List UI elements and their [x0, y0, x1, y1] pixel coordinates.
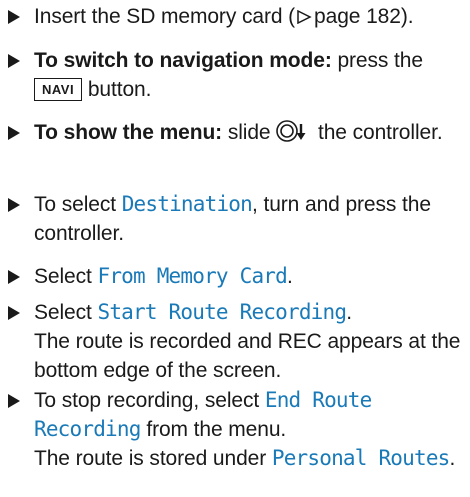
step-select-destination: To select Destination, turn and press th… [8, 190, 463, 248]
bullet-triangle-icon [8, 126, 20, 140]
instruction-page: Insert the SD memory card ( page 182). To… [0, 0, 470, 497]
step-text: To select Destination, turn and press th… [34, 190, 463, 248]
step-insert-sd-card: Insert the SD memory card ( page 182). [8, 2, 463, 31]
step-stop-recording: To stop recording, select End Route Reco… [8, 386, 463, 473]
menu-item-personal-routes[interactable]: Personal Routes [272, 446, 450, 470]
bullet-triangle-icon [8, 54, 20, 68]
step-start-route-recording: Select Start Route Recording. The route i… [8, 298, 463, 385]
step-select-from-memory-card: Select From Memory Card. [8, 262, 463, 291]
page-reference-triangle-icon [295, 5, 314, 28]
bullet-triangle-icon [8, 10, 20, 24]
bullet-triangle-icon [8, 306, 20, 320]
step-navigation-mode: To switch to navigation mode: press the … [8, 46, 463, 104]
menu-item-start-route-recording[interactable]: Start Route Recording [98, 300, 348, 324]
step-text-before: To stop recording, select [34, 389, 265, 412]
step-text: Insert the SD memory card ( page 182). [34, 2, 463, 31]
step-text-after: button. [82, 78, 152, 101]
step-text-before: Select [34, 265, 98, 288]
step-heading: To show the menu: [34, 121, 223, 144]
step-result-before: The route is stored under [34, 447, 272, 470]
step-text-after: ). [400, 5, 414, 28]
step-result-after: . [449, 447, 456, 470]
step-text-after: from the menu. [140, 418, 287, 441]
step-text: Select Start Route Recording. The route i… [34, 298, 463, 385]
page-reference[interactable]: page 182 [314, 5, 401, 28]
step-text: To switch to navigation mode: press the … [34, 46, 463, 104]
step-text-after: the control­ler. [312, 121, 443, 144]
step-text: Select From Memory Card. [34, 262, 463, 291]
bullet-triangle-icon [8, 198, 20, 212]
step-result: The route is recorded and REC appears at… [34, 330, 461, 382]
step-text: To stop recording, select End Route Reco… [34, 386, 463, 473]
step-text-after: . [346, 301, 352, 324]
step-text: To show the menu: slide the control­ler. [34, 118, 463, 151]
step-text-before: press the [331, 49, 423, 72]
step-text-before: Select [34, 301, 98, 324]
navi-key[interactable]: NAVI [34, 78, 83, 101]
menu-item-destination[interactable]: Destination [122, 192, 253, 216]
step-show-menu: To show the menu: slide the control­ler. [8, 118, 463, 151]
menu-item-from-memory-card[interactable]: From Memory Card [98, 264, 288, 288]
step-heading: To switch to navigation mode: [34, 49, 332, 72]
step-text-before: To select [34, 193, 122, 216]
step-text-after: . [287, 265, 293, 288]
step-text-before: Insert the SD memory card ( [34, 5, 296, 28]
bullet-triangle-icon [8, 270, 20, 284]
controller-slide-down-icon [276, 119, 312, 151]
step-text-before: slide [222, 121, 277, 144]
bullet-triangle-icon [8, 394, 20, 408]
